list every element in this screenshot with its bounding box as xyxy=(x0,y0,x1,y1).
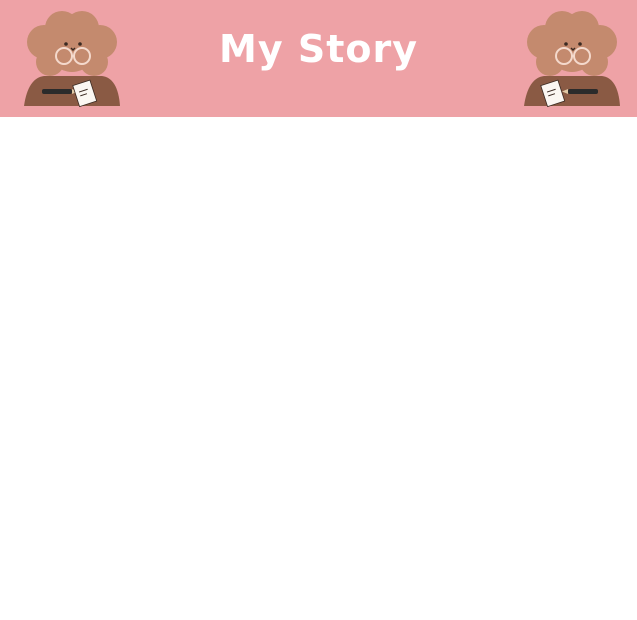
story-page: My Story xyxy=(0,0,637,620)
story-content-area xyxy=(0,117,637,620)
poodle-writing-icon xyxy=(514,6,624,112)
header-banner: My Story xyxy=(0,0,637,117)
